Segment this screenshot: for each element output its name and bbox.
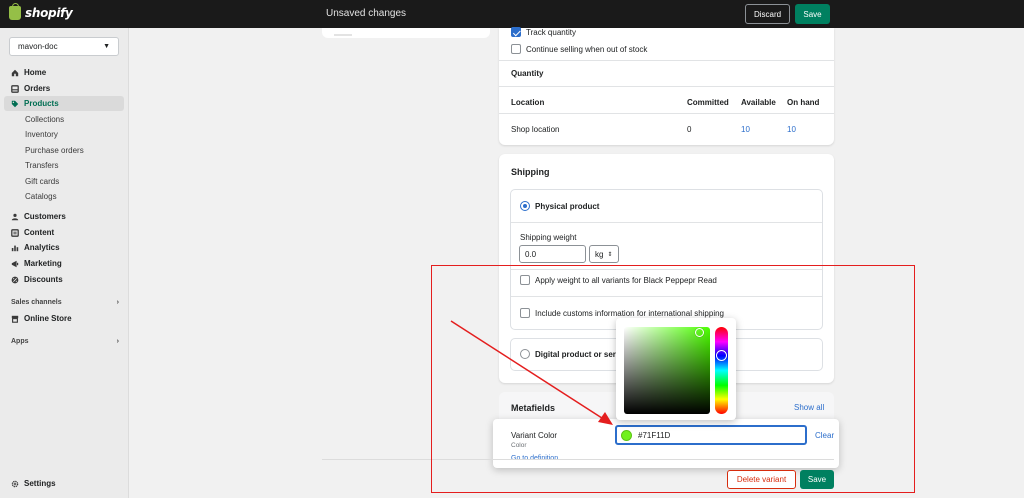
sidebar-item-label: Discounts bbox=[24, 275, 63, 284]
committed-cell: 0 bbox=[687, 125, 692, 134]
person-icon bbox=[11, 213, 19, 220]
sidebar-item-label: Home bbox=[24, 68, 47, 77]
tag-icon bbox=[11, 100, 19, 107]
divider bbox=[511, 222, 822, 223]
sidebar-item-label: Customers bbox=[24, 212, 66, 221]
sidebar-item-label: Content bbox=[24, 228, 55, 237]
sidebar-subitem-collections[interactable]: Collections bbox=[25, 112, 64, 127]
sidebar-subitem-purchase-orders[interactable]: Purchase orders bbox=[25, 143, 84, 158]
marketing-icon bbox=[11, 260, 19, 267]
sidebar-item-analytics[interactable]: Analytics bbox=[4, 240, 124, 255]
sidebar-item-label: Online Store bbox=[24, 314, 72, 323]
sidebar-item-content[interactable]: Content bbox=[4, 225, 124, 240]
continue-selling-checkbox[interactable] bbox=[511, 44, 521, 54]
sidebar-item-label: Products bbox=[24, 99, 59, 108]
shopify-bag-icon bbox=[9, 3, 21, 20]
sidebar-item-discounts[interactable]: Discounts bbox=[4, 272, 124, 287]
sidebar-item-online-store[interactable]: Online Store bbox=[4, 311, 124, 326]
divider bbox=[499, 86, 834, 87]
discard-button[interactable]: Discard bbox=[745, 4, 790, 24]
track-quantity-label: Track quantity bbox=[526, 28, 576, 37]
save-button-top[interactable]: Save bbox=[795, 4, 830, 24]
highlight-rectangle bbox=[431, 265, 915, 493]
sidebar-item-marketing[interactable]: Marketing bbox=[4, 256, 124, 271]
store-icon bbox=[11, 315, 19, 323]
analytics-icon bbox=[11, 245, 19, 251]
column-header-location: Location bbox=[511, 98, 545, 107]
orders-icon bbox=[11, 84, 19, 93]
store-selector[interactable]: mavon-doc ▼ bbox=[9, 37, 119, 56]
shopify-logo[interactable]: shopify bbox=[9, 3, 73, 20]
sidebar-item-customers[interactable]: Customers bbox=[4, 209, 124, 224]
column-header-available: Available bbox=[741, 98, 776, 107]
physical-product-label: Physical product bbox=[535, 202, 600, 211]
sales-channels-label: Sales channels bbox=[11, 299, 62, 306]
weight-unit-value: kg bbox=[595, 249, 604, 259]
shipping-heading: Shipping bbox=[511, 167, 550, 177]
chevron-right-icon: › bbox=[116, 338, 119, 345]
sidebar-item-home[interactable]: Home bbox=[4, 65, 124, 80]
on-hand-cell[interactable]: 10 bbox=[787, 125, 796, 134]
quantity-heading: Quantity bbox=[511, 69, 544, 78]
sidebar-subitem-catalogs[interactable]: Catalogs bbox=[25, 189, 57, 204]
gear-icon bbox=[11, 480, 19, 487]
physical-product-radio[interactable] bbox=[520, 201, 530, 211]
sidebar: mavon-doc ▼ Home Orders Products Collect… bbox=[0, 28, 129, 498]
sales-channels-section[interactable]: Sales channels › bbox=[11, 299, 119, 306]
shipping-weight-input[interactable]: 0.0 bbox=[519, 245, 586, 263]
discount-icon bbox=[11, 276, 19, 283]
column-header-on-hand: On hand bbox=[787, 98, 820, 107]
shipping-weight-label: Shipping weight bbox=[520, 233, 577, 242]
apps-section[interactable]: Apps › bbox=[11, 338, 119, 345]
store-name: mavon-doc bbox=[18, 42, 58, 51]
home-icon bbox=[11, 69, 19, 76]
sidebar-item-label: Settings bbox=[24, 479, 56, 488]
track-quantity-checkbox[interactable] bbox=[511, 27, 521, 37]
weight-unit-select[interactable]: kg ⇕ bbox=[589, 245, 619, 263]
sidebar-item-label: Analytics bbox=[24, 243, 60, 252]
top-bar: shopify Unsaved changes Discard Save bbox=[0, 0, 1024, 28]
sidebar-subitem-inventory[interactable]: Inventory bbox=[25, 127, 58, 142]
divider bbox=[499, 113, 834, 114]
sidebar-item-orders[interactable]: Orders bbox=[4, 81, 124, 96]
sidebar-subitem-gift-cards[interactable]: Gift cards bbox=[25, 174, 59, 189]
sidebar-item-products[interactable]: Products bbox=[4, 96, 124, 111]
continue-selling-label: Continue selling when out of stock bbox=[526, 45, 648, 54]
caret-down-icon: ▼ bbox=[103, 43, 110, 50]
sidebar-item-label: Marketing bbox=[24, 259, 62, 268]
location-cell: Shop location bbox=[511, 125, 560, 134]
column-header-committed: Committed bbox=[687, 98, 729, 107]
chevron-right-icon: › bbox=[116, 299, 119, 306]
sidebar-item-label: Orders bbox=[24, 84, 51, 93]
shipping-weight-value: 0.0 bbox=[525, 249, 537, 259]
apps-label: Apps bbox=[11, 338, 29, 345]
sidebar-subitem-transfers[interactable]: Transfers bbox=[25, 158, 59, 173]
available-cell[interactable]: 10 bbox=[741, 125, 750, 134]
divider bbox=[499, 60, 834, 61]
content-icon bbox=[11, 228, 19, 237]
sidebar-item-settings[interactable]: Settings bbox=[4, 476, 124, 491]
variants-list-card bbox=[322, 28, 490, 38]
unsaved-changes-text: Unsaved changes bbox=[326, 8, 407, 19]
select-arrows-icon: ⇕ bbox=[607, 251, 613, 258]
